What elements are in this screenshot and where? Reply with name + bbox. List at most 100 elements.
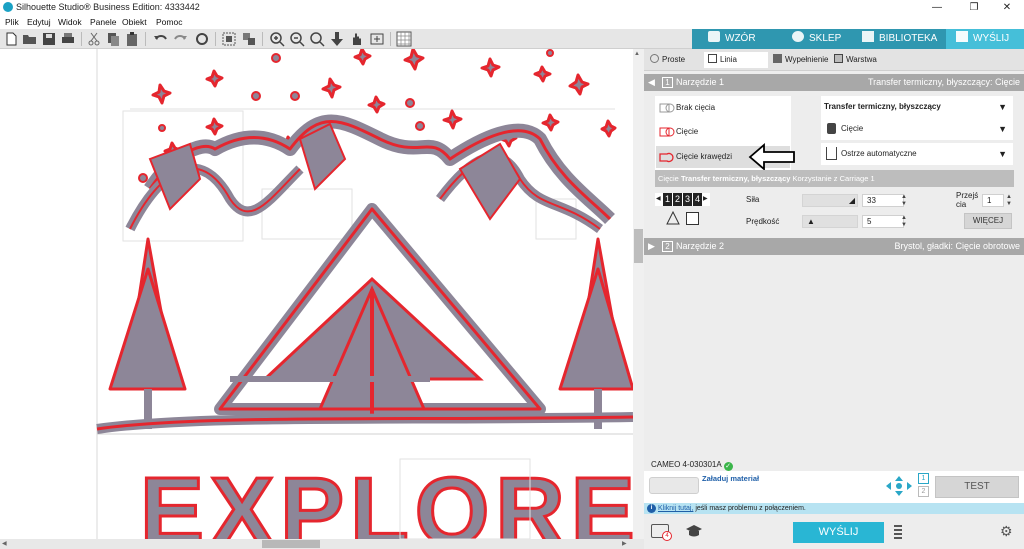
carriage-prev-icon[interactable]: ◀ — [656, 193, 661, 206]
zoom-in-icon[interactable] — [269, 31, 285, 47]
print-icon[interactable] — [60, 31, 76, 47]
menu-edit[interactable]: Edytuj — [27, 17, 51, 27]
close-button[interactable]: ✕ — [990, 0, 1024, 15]
tool2-header[interactable]: ▶ 2 Narzędzie 2 Brystol, gładki: Cięcie o… — [644, 238, 1024, 255]
force-slider-handle-icon[interactable]: ◢ — [849, 196, 855, 205]
load-material-link[interactable]: Załaduj materiał — [702, 474, 759, 483]
zoom-out-icon[interactable] — [289, 31, 305, 47]
copy-icon[interactable] — [105, 31, 121, 47]
force-slider[interactable]: ◢ — [802, 194, 858, 207]
explore-text[interactable]: EXPLORE — [139, 457, 634, 540]
material-dropdown[interactable]: Transfer termiczny, błyszczący ▼ — [821, 96, 1013, 118]
new-file-icon[interactable] — [3, 31, 19, 47]
paste-icon[interactable] — [124, 31, 140, 47]
save-icon[interactable] — [41, 31, 57, 47]
horizontal-scroll-thumb[interactable] — [262, 540, 320, 548]
carriage-selector[interactable]: ◀ 1 2 3 4 ▶ — [655, 193, 710, 206]
redo-icon[interactable] — [173, 31, 189, 47]
subtab-line[interactable]: Linia — [704, 52, 768, 68]
expand-icon[interactable]: ▶ — [648, 238, 655, 255]
machine-list-icon[interactable] — [894, 525, 902, 539]
design-canvas[interactable]: EXPLORE — [0, 49, 633, 539]
action-dropdown[interactable]: Cięcie ▼ — [821, 118, 1013, 140]
carriage-1-indicator[interactable]: 1 — [918, 473, 929, 484]
vertical-scroll-thumb[interactable] — [634, 229, 643, 263]
option-no-cut[interactable]: Brak cięcia — [656, 97, 790, 119]
fit-page-icon[interactable] — [369, 31, 385, 47]
tab-send[interactable]: WYŚLIJ — [946, 29, 1024, 49]
passes-input[interactable]: 1 — [982, 194, 1004, 207]
speed-slider-handle-icon[interactable]: ▲ — [807, 217, 815, 226]
menu-file[interactable]: Plik — [5, 17, 19, 27]
speed-down-icon[interactable]: ▼ — [901, 222, 907, 228]
maximize-button[interactable]: ❐ — [957, 0, 991, 15]
settings-gear-icon[interactable]: ⚙ — [1000, 524, 1013, 538]
carriage-digit-4[interactable]: 4 — [693, 193, 703, 206]
tab-design[interactable]: WZÓR — [708, 29, 756, 49]
carriage-digit-2[interactable]: 2 — [673, 193, 683, 206]
minimize-button[interactable]: — — [920, 0, 954, 15]
window-title: Silhouette Studio® Business Edition: 433… — [16, 2, 200, 12]
carriage-2-indicator[interactable]: 2 — [918, 486, 929, 497]
undo-icon[interactable] — [152, 31, 168, 47]
horizontal-scrollbar[interactable]: ◀ ▶ — [0, 539, 644, 549]
blade-dropdown[interactable]: Ostrze automatyczne ▼ — [821, 143, 1013, 165]
force-up-icon[interactable]: ▲ — [901, 194, 907, 200]
passes-label-line2: cia — [956, 200, 967, 209]
graduation-cap-icon[interactable] — [685, 524, 703, 538]
subtab-layer[interactable]: Warstwa — [834, 52, 877, 68]
option-cut[interactable]: Cięcie — [656, 121, 790, 143]
tool1-header[interactable]: ◀ 1 Narzędzie 1 Transfer termiczny, błysz… — [644, 74, 1024, 91]
speed-input[interactable]: 5 — [862, 215, 904, 228]
force-down-icon[interactable]: ▼ — [901, 201, 907, 207]
group-icon[interactable] — [221, 31, 237, 47]
test-button[interactable]: TEST — [935, 476, 1019, 498]
scroll-right-icon[interactable]: ▶ — [622, 540, 627, 547]
carriage-next-icon[interactable]: ▶ — [703, 193, 708, 206]
speed-up-icon[interactable]: ▲ — [901, 215, 907, 221]
menu-object[interactable]: Obiekt — [122, 17, 147, 27]
pan-down-icon[interactable] — [329, 31, 345, 47]
hand-pan-icon[interactable] — [349, 31, 365, 47]
info-prefix: Cięcie — [658, 174, 679, 183]
send-icon — [956, 31, 968, 42]
redraw-icon[interactable] — [194, 31, 210, 47]
menu-view[interactable]: Widok — [58, 17, 82, 27]
move-arrows-icon[interactable] — [885, 475, 913, 497]
speed-slider[interactable]: ▲ — [802, 215, 858, 228]
tool1-label: Narzędzie 1 — [676, 77, 725, 87]
passes-down-icon[interactable]: ▼ — [1006, 201, 1012, 207]
tab-store[interactable]: SKLEP — [792, 29, 841, 49]
square-shape-icon[interactable] — [686, 212, 699, 225]
help-link[interactable]: Kliknij tutaj, — [658, 505, 693, 512]
more-button[interactable]: WIĘCEJ — [964, 213, 1012, 229]
zoom-select-icon[interactable] — [309, 31, 325, 47]
main-toolbar — [0, 29, 692, 49]
menu-panels[interactable]: Panele — [90, 17, 116, 27]
scroll-up-icon[interactable]: ▲ — [634, 51, 640, 57]
cut-icon — [659, 127, 675, 137]
tab-library[interactable]: BIBLIOTEKA — [862, 29, 937, 49]
subtab-fill[interactable]: Wypełnienie — [773, 52, 829, 68]
ungroup-icon[interactable] — [241, 31, 257, 47]
carriage-digit-3[interactable]: 3 — [683, 193, 693, 206]
send-panel: Proste Linia Wypełnienie Warstwa ◀ 1 Narz… — [644, 49, 1024, 549]
vertical-scrollbar[interactable]: ▲ — [633, 49, 644, 539]
menu-help[interactable]: Pomoc — [156, 17, 182, 27]
tent[interactable] — [214, 203, 546, 421]
collapse-icon[interactable]: ◀ — [648, 74, 655, 91]
carriage-digit-1[interactable]: 1 — [663, 193, 673, 206]
artwork[interactable]: EXPLORE — [0, 49, 633, 539]
grid-toggle-icon[interactable] — [396, 31, 412, 47]
job-queue-icon[interactable]: 4 — [651, 524, 672, 541]
passes-up-icon[interactable]: ▲ — [1006, 194, 1012, 200]
cut-icon[interactable] — [86, 31, 102, 47]
scroll-left-icon[interactable]: ◀ — [2, 540, 7, 547]
subtab-simple[interactable]: Proste — [650, 52, 685, 68]
force-input[interactable]: 33 — [862, 194, 904, 207]
cutter-device-icon — [649, 477, 699, 494]
triangle-shape-icon[interactable] — [666, 211, 680, 225]
send-button[interactable]: WYŚLIJ — [793, 522, 884, 543]
edge-cut-icon — [659, 152, 674, 163]
open-folder-icon[interactable] — [22, 31, 38, 47]
